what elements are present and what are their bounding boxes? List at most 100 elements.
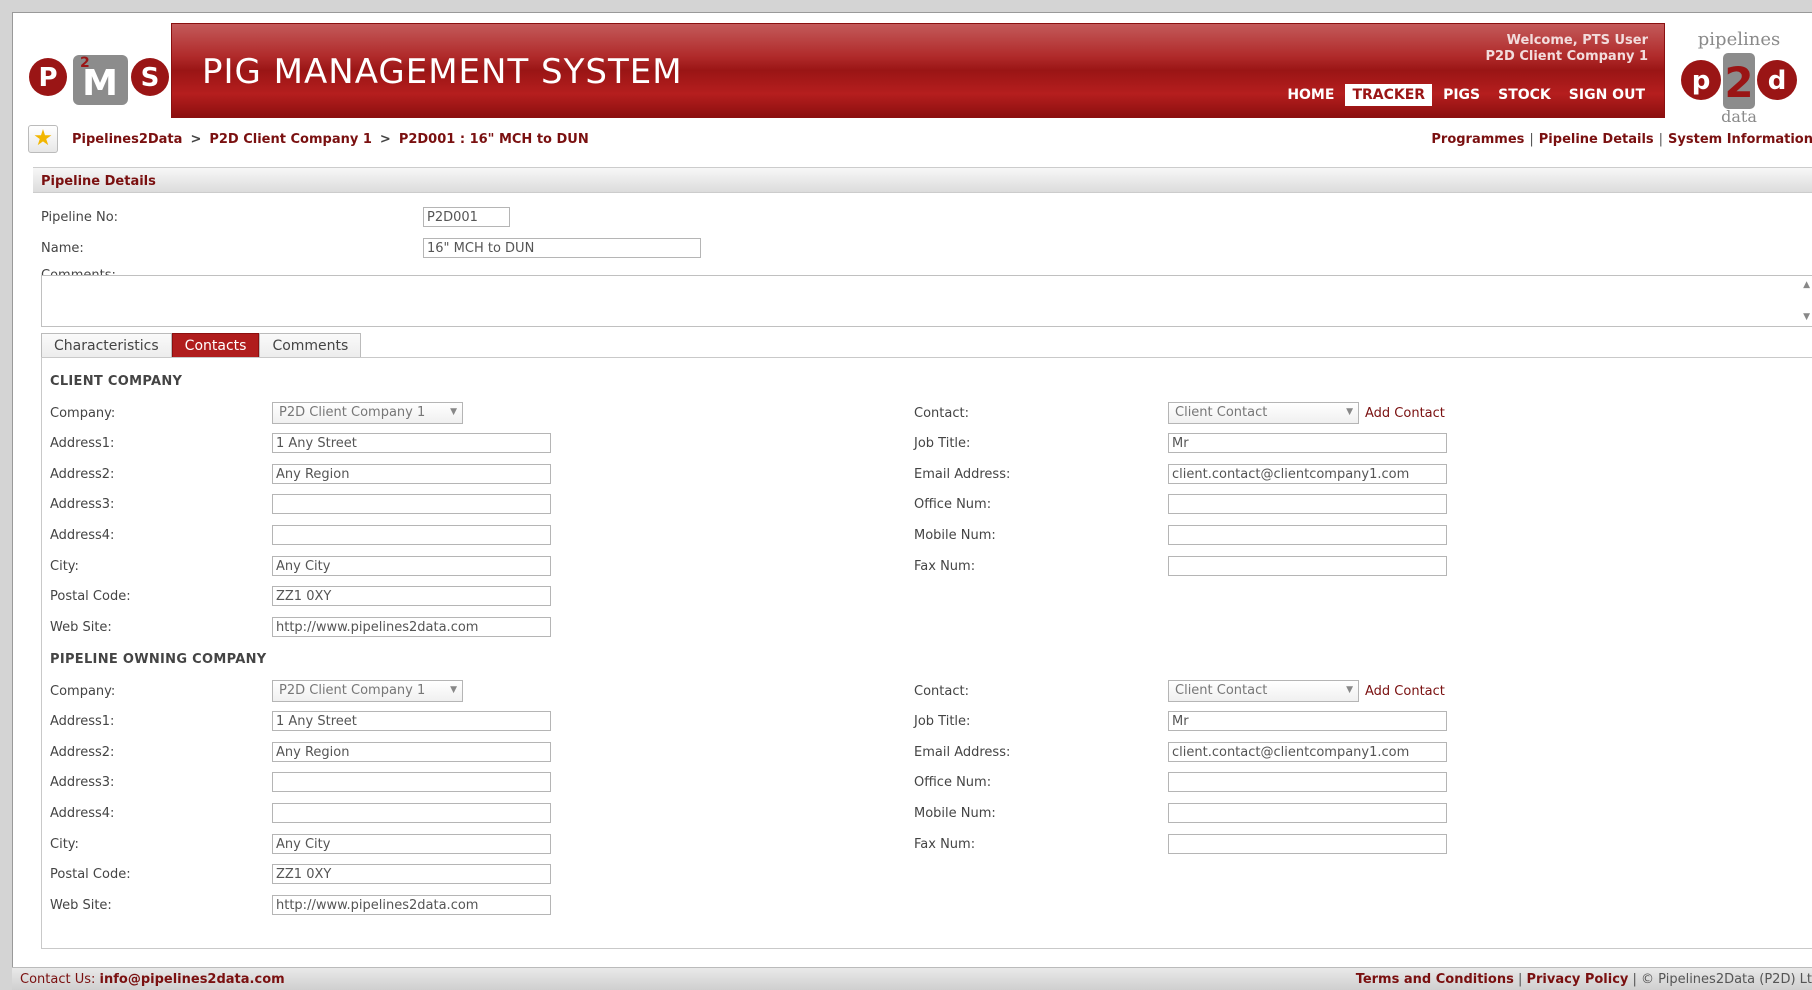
client-company-label: Company:	[50, 406, 116, 421]
owner-company-select[interactable]: P2D Client Company 1 ▼	[272, 680, 463, 702]
nav-sign-out[interactable]: SIGN OUT	[1562, 84, 1652, 106]
owner-office-label: Office Num:	[914, 775, 992, 790]
link-programmes[interactable]: Programmes	[1431, 132, 1524, 147]
scroll-up-icon[interactable]: ▲	[1803, 280, 1810, 290]
owner-job-input[interactable]	[1168, 711, 1447, 731]
breadcrumb-row: ★ Pipelines2Data > P2D Client Company 1 > P2…	[28, 125, 1812, 155]
client-address3-label: Address3:	[50, 497, 115, 512]
welcome-text: Welcome, PTS User P2D Client Company 1	[1485, 33, 1648, 65]
pms-logo: P M 2 S	[29, 55, 169, 105]
header-banner: PIG MANAGEMENT SYSTEM Welcome, PTS User …	[171, 23, 1665, 118]
nav-home[interactable]: HOME	[1280, 84, 1341, 106]
owner-contact-label: Contact:	[914, 684, 969, 699]
owner-company-select-value: P2D Client Company 1	[279, 683, 426, 698]
owner-address3-input[interactable]	[272, 772, 551, 792]
owner-email-label: Email Address:	[914, 745, 1011, 760]
tab-contacts[interactable]: Contacts	[171, 333, 260, 358]
owner-mobile-input[interactable]	[1168, 803, 1447, 823]
client-contact-select-value: Client Contact	[1175, 405, 1268, 420]
client-job-input[interactable]	[1168, 433, 1447, 453]
svg-text:data: data	[1721, 107, 1757, 125]
owner-address2-input[interactable]	[272, 742, 551, 762]
footer-contact-prefix: Contact Us:	[20, 972, 96, 987]
footer-contact-email-link[interactable]: info@pipelines2data.com	[100, 972, 285, 987]
client-postal-input[interactable]	[272, 586, 551, 606]
pipeline-no-input[interactable]	[423, 207, 510, 227]
owner-web-input[interactable]	[272, 895, 551, 915]
tab-bar: Characteristics Contacts Comments	[41, 333, 362, 358]
client-email-input[interactable]	[1168, 464, 1447, 484]
owner-address1-input[interactable]	[272, 711, 551, 731]
name-input[interactable]	[423, 238, 701, 258]
breadcrumb-client-company[interactable]: P2D Client Company 1	[209, 132, 372, 147]
client-mobile-label: Mobile Num:	[914, 528, 996, 543]
client-company-section-title: CLIENT COMPANY	[50, 374, 183, 389]
breadcrumb-separator: >	[379, 132, 391, 147]
svg-text:p: p	[1692, 66, 1711, 96]
p2d-logo: pipelines p 2 d data	[1681, 29, 1797, 125]
tab-comments[interactable]: Comments	[259, 333, 362, 358]
client-contact-select[interactable]: Client Contact ▼	[1168, 402, 1359, 424]
owner-add-contact-link[interactable]: Add Contact	[1365, 684, 1445, 699]
welcome-user: Welcome, PTS User	[1506, 33, 1648, 48]
chevron-down-icon: ▼	[1346, 685, 1353, 695]
breadcrumb-separator: >	[190, 132, 202, 147]
owner-office-input[interactable]	[1168, 772, 1447, 792]
client-company-select[interactable]: P2D Client Company 1 ▼	[272, 402, 463, 424]
scroll-down-icon[interactable]: ▼	[1803, 312, 1810, 322]
link-pipeline-details[interactable]: Pipeline Details	[1539, 132, 1654, 147]
owner-fax-input[interactable]	[1168, 834, 1447, 854]
breadcrumb-pipelines2data[interactable]: Pipelines2Data	[72, 132, 182, 147]
client-city-input[interactable]	[272, 556, 551, 576]
nav-stock[interactable]: STOCK	[1491, 84, 1558, 106]
owner-job-label: Job Title:	[914, 714, 971, 729]
client-postal-label: Postal Code:	[50, 589, 131, 604]
owner-address2-label: Address2:	[50, 745, 115, 760]
chevron-down-icon: ▼	[450, 685, 457, 695]
comments-textarea[interactable]: ▲ ▼	[41, 275, 1812, 327]
nav-pigs[interactable]: PIGS	[1436, 84, 1487, 106]
app-title: PIG MANAGEMENT SYSTEM	[202, 52, 683, 92]
client-mobile-input[interactable]	[1168, 525, 1447, 545]
client-address3-input[interactable]	[272, 494, 551, 514]
owner-address4-label: Address4:	[50, 806, 115, 821]
chevron-down-icon: ▼	[450, 407, 457, 417]
client-company-select-value: P2D Client Company 1	[279, 405, 426, 420]
client-address1-input[interactable]	[272, 433, 551, 453]
footer-links: Terms and Conditions | Privacy Policy | …	[1355, 972, 1812, 987]
footer-privacy-link[interactable]: Privacy Policy	[1526, 972, 1628, 987]
name-label: Name:	[41, 241, 84, 256]
client-add-contact-link[interactable]: Add Contact	[1365, 406, 1445, 421]
footer-terms-link[interactable]: Terms and Conditions	[1356, 972, 1514, 987]
contacts-tab-content: CLIENT COMPANY Company: P2D Client Compa…	[41, 357, 1812, 949]
owner-address1-label: Address1:	[50, 714, 115, 729]
client-address2-input[interactable]	[272, 464, 551, 484]
link-system-information[interactable]: System Information	[1668, 132, 1812, 147]
svg-text:2: 2	[80, 55, 90, 71]
client-city-label: City:	[50, 559, 79, 574]
main-nav: HOME TRACKER PIGS STOCK SIGN OUT	[1280, 84, 1652, 106]
client-web-input[interactable]	[272, 617, 551, 637]
breadcrumb-pipeline[interactable]: P2D001 : 16" MCH to DUN	[399, 132, 589, 147]
tab-characteristics[interactable]: Characteristics	[41, 333, 172, 358]
owner-city-input[interactable]	[272, 834, 551, 854]
nav-tracker[interactable]: TRACKER	[1345, 84, 1433, 106]
panel-title: Pipeline Details	[33, 167, 1812, 193]
footer: Contact Us: info@pipelines2data.com Term…	[12, 967, 1812, 990]
client-web-label: Web Site:	[50, 620, 112, 635]
owner-postal-input[interactable]	[272, 864, 551, 884]
page: P M 2 S PIG MANAGEMENT SYSTEM Welcome, P…	[12, 12, 1812, 990]
svg-text:S: S	[141, 63, 160, 93]
owner-address4-input[interactable]	[272, 803, 551, 823]
owner-contact-select[interactable]: Client Contact ▼	[1168, 680, 1359, 702]
owner-email-input[interactable]	[1168, 742, 1447, 762]
svg-text:2: 2	[1724, 58, 1753, 107]
favourite-star-button[interactable]: ★	[28, 125, 58, 153]
client-office-input[interactable]	[1168, 494, 1447, 514]
client-fax-input[interactable]	[1168, 556, 1447, 576]
owner-fax-label: Fax Num:	[914, 837, 976, 852]
owner-contact-select-value: Client Contact	[1175, 683, 1268, 698]
client-address4-input[interactable]	[272, 525, 551, 545]
client-contact-label: Contact:	[914, 406, 969, 421]
owning-company-section-title: PIPELINE OWNING COMPANY	[50, 652, 267, 667]
